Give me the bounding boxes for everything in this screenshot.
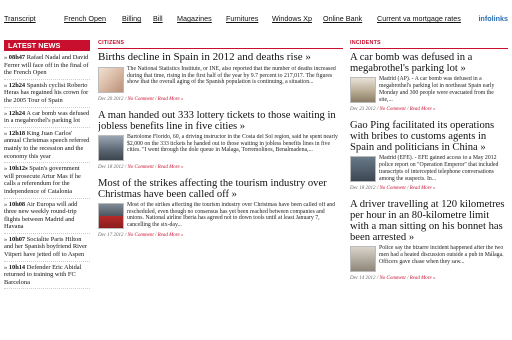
article: Gao Ping facilitated its operations with… — [350, 120, 508, 191]
latest-news-item[interactable]: » 08h47 Rafael Nadal and David Ferrer wi… — [4, 54, 90, 80]
infolinks-logo[interactable]: infolinks — [478, 14, 508, 23]
read-more-link[interactable]: Read More » — [158, 97, 184, 102]
latest-news-sidebar: LATEST NEWS » 08h47 Rafael Nadal and Dav… — [4, 40, 90, 340]
latest-news-heading: LATEST NEWS — [4, 40, 90, 51]
toplink-online-bank[interactable]: Online Bank — [323, 14, 362, 23]
article-date: Dec 20 2012 — [98, 96, 124, 102]
comments-link[interactable]: No Comment — [379, 107, 405, 112]
news-time: 12h24 — [8, 81, 26, 89]
comments-link[interactable]: No Comment — [379, 186, 405, 191]
toplink-transcript[interactable]: Transcript — [4, 14, 36, 23]
article: A driver travelling at 120 kilometres pe… — [350, 199, 508, 281]
citizens-column: CITIZENS Births decline in Spain in 2012… — [98, 40, 343, 340]
top-links: Transcript French Open Billing Bill Maga… — [0, 14, 512, 28]
article-date: Dec 18 2012 — [350, 186, 376, 191]
article: Births decline in Spain in 2012 and deat… — [98, 51, 343, 102]
article-date: Dec 14 2012 — [350, 276, 376, 281]
article-body: Bartolome Florido, 60, a driving instruc… — [98, 134, 343, 162]
toplink-mortgage-rates[interactable]: Current va mortgage rates — [377, 14, 461, 23]
latest-news-item[interactable]: » 12h18 King Juan Carlos' annual Christm… — [4, 129, 90, 164]
article-headline[interactable]: Gao Ping facilitated its operations with… — [350, 120, 508, 153]
comments-link[interactable]: No Comment — [127, 97, 153, 102]
article-thumbnail[interactable] — [98, 202, 124, 229]
news-time: 10h14 — [8, 263, 26, 271]
article-meta: Dec 20 2012 / No Comment / Read More » — [98, 96, 184, 102]
article-thumbnail[interactable] — [350, 156, 376, 182]
article-body: Most of the strikes affecting the touris… — [98, 202, 343, 230]
latest-news-item[interactable]: » 12h24 Spanish cyclist Roberto Heras ha… — [4, 82, 90, 108]
news-time: 10h12s — [8, 165, 28, 173]
article-excerpt: Bartolome Florido, 60, a driving instruc… — [127, 133, 338, 154]
comments-link[interactable]: No Comment — [127, 233, 153, 238]
article-excerpt: Most of the strikes affecting the touris… — [127, 201, 336, 229]
comments-link[interactable]: No Comment — [379, 276, 405, 281]
article-date: Dec 17 2012 — [98, 232, 124, 238]
article-thumbnail[interactable] — [98, 134, 124, 161]
article-excerpt: The National Statistics Institute, or IN… — [127, 65, 336, 86]
incidents-column: INCIDENTS A car bomb was defused in a me… — [350, 40, 508, 340]
comments-link[interactable]: No Comment — [127, 165, 153, 170]
latest-news-item[interactable]: » 10h07 Socialite Paris Hilton and her S… — [4, 236, 90, 262]
latest-news-item[interactable]: » 12h24 A car bomb was defused in a mega… — [4, 110, 90, 128]
article-meta: Dec 18 2012 / No Comment / Read More » — [98, 164, 184, 170]
read-more-link[interactable]: Read More » — [158, 233, 184, 238]
article-headline[interactable]: A car bomb was defused in a megabrothel'… — [350, 52, 508, 74]
read-more-link[interactable]: Read More » — [410, 276, 436, 281]
article-thumbnail[interactable] — [350, 77, 376, 103]
toplink-magazines[interactable]: Magazines — [177, 14, 212, 23]
article-meta: Dec 23 2012 / No Comment / Read More » — [350, 107, 436, 112]
toplink-furnitures[interactable]: Furnitures — [226, 14, 258, 23]
toplink-windows-xp[interactable]: Windows Xp — [272, 14, 312, 23]
top-navigation: Transcript French Open Billing Bill Maga… — [0, 0, 512, 30]
latest-news-item[interactable]: » 10h14 Defender Eric Abidal returned to… — [4, 264, 90, 290]
article: A man handed out 333 lottery tickets to … — [98, 110, 343, 170]
article-body: Madrid (AP). - A car bomb was defused in… — [350, 76, 508, 104]
article-thumbnail[interactable] — [98, 66, 124, 93]
article: A car bomb was defused in a megabrothel'… — [350, 52, 508, 112]
news-time: 10h08 — [8, 200, 26, 208]
article-excerpt: Madrid (EFE). - EFE gained access to a M… — [379, 155, 499, 182]
news-time: 08h47 — [8, 54, 26, 61]
article-meta: Dec 14 2012 / No Comment / Read More » — [350, 276, 436, 281]
latest-news-list: » 08h47 Rafael Nadal and David Ferrer wi… — [4, 54, 90, 290]
latest-news-item[interactable]: » 10h08 Air Europa will add three new we… — [4, 201, 90, 234]
news-time: 12h18 — [8, 129, 26, 137]
article-excerpt: Madrid (AP). - A car bomb was defused in… — [379, 76, 495, 103]
section-tag-incidents[interactable]: INCIDENTS — [350, 40, 508, 49]
article-meta: Dec 18 2012 / No Comment / Read More » — [350, 186, 436, 191]
news-time: 12h24 — [8, 109, 26, 117]
read-more-link[interactable]: Read More » — [410, 186, 436, 191]
article-meta: Dec 17 2012 / No Comment / Read More » — [98, 232, 184, 238]
news-time: 10h07 — [8, 235, 26, 243]
article-body: The National Statistics Institute, or IN… — [98, 66, 343, 94]
article: Most of the strikes affecting the touris… — [98, 178, 343, 238]
read-more-link[interactable]: Read More » — [410, 107, 436, 112]
toplink-french-open[interactable]: French Open — [64, 14, 106, 23]
article-date: Dec 23 2012 — [350, 107, 376, 112]
section-tag-citizens[interactable]: CITIZENS — [98, 40, 343, 49]
toplink-bill[interactable]: Bill — [153, 14, 163, 23]
read-more-link[interactable]: Read More » — [158, 165, 184, 170]
toplink-billing[interactable]: Billing — [122, 14, 141, 23]
article-thumbnail[interactable] — [350, 246, 376, 272]
article-headline[interactable]: Births decline in Spain in 2012 and deat… — [98, 51, 343, 64]
article-date: Dec 18 2012 — [98, 164, 124, 170]
article-headline[interactable]: A driver travelling at 120 kilometres pe… — [350, 199, 508, 243]
article-excerpt: Police say the bizarre incident happened… — [379, 245, 504, 265]
latest-news-item[interactable]: » 10h12s Spain's government will prosecu… — [4, 165, 90, 199]
article-body: Madrid (EFE). - EFE gained access to a M… — [350, 155, 508, 183]
article-headline[interactable]: A man handed out 333 lottery tickets to … — [98, 110, 343, 132]
article-body: Police say the bizarre incident happened… — [350, 245, 508, 273]
article-headline[interactable]: Most of the strikes affecting the touris… — [98, 178, 343, 200]
